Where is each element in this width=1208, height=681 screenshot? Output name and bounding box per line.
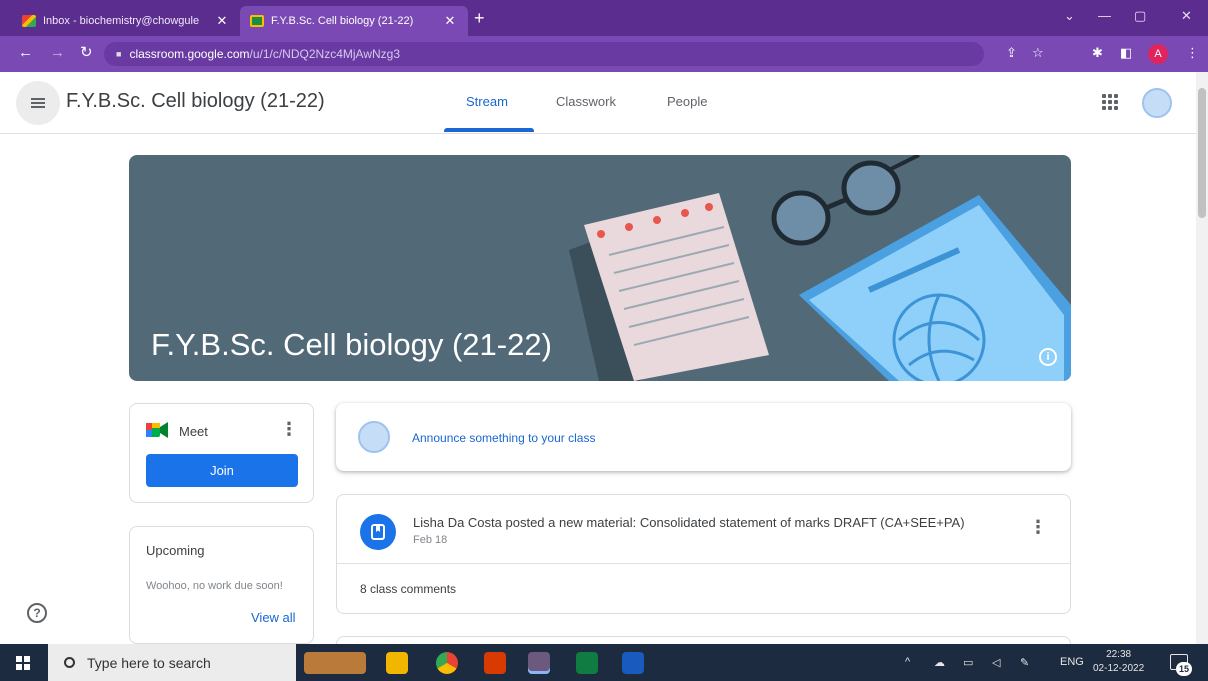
network-icon[interactable]: ▭: [963, 656, 973, 669]
office-icon[interactable]: [484, 652, 506, 674]
announce-prompt[interactable]: Announce something to your class: [412, 431, 595, 445]
upcoming-empty-text: Woohoo, no work due soon!: [146, 580, 283, 592]
back-icon[interactable]: ←: [18, 45, 33, 61]
main-menu-button[interactable]: [16, 81, 60, 125]
close-window-button[interactable]: ✕: [1181, 8, 1192, 24]
maximize-button[interactable]: ▢: [1134, 8, 1146, 24]
lock-icon: ■: [116, 49, 122, 59]
tab-people[interactable]: People: [667, 94, 707, 109]
page-scrollbar[interactable]: [1196, 72, 1208, 644]
minimize-button[interactable]: —: [1098, 8, 1111, 23]
avatar: [358, 421, 390, 453]
search-icon: [64, 657, 75, 668]
classroom-header: F.Y.B.Sc. Cell biology (21-22) Stream Cl…: [0, 72, 1196, 134]
url-host: classroom.google.com: [129, 47, 250, 61]
excel-icon[interactable]: [576, 652, 598, 674]
windows-start-icon[interactable]: [16, 656, 30, 670]
help-icon[interactable]: ?: [27, 603, 47, 623]
clock-date: 02-12-2022: [1093, 663, 1145, 674]
notification-count-badge: 15: [1176, 662, 1192, 676]
gmail-icon: [22, 15, 36, 27]
share-icon[interactable]: ⇪: [1006, 45, 1017, 61]
news-weather-icon[interactable]: [304, 652, 366, 674]
stream-post[interactable]: Lisha Da Costa posted a new material: Co…: [336, 494, 1071, 614]
reload-icon[interactable]: ↻: [80, 45, 93, 61]
browser-profile-avatar[interactable]: A: [1148, 44, 1168, 64]
upcoming-card: Upcoming Woohoo, no work due soon! View …: [129, 526, 314, 644]
divider: [337, 563, 1070, 564]
close-tab-icon[interactable]: ✕: [214, 13, 230, 29]
url-path: /u/1/c/NDQ2Nzc4MjAwNzg3: [249, 47, 401, 61]
search-placeholder: Type here to search: [87, 654, 211, 671]
side-panel-icon[interactable]: ◧: [1120, 45, 1132, 61]
chrome-profile-icon[interactable]: [528, 652, 550, 674]
hamburger-icon: [31, 98, 45, 108]
meet-icon: [146, 422, 168, 438]
info-icon[interactable]: i: [1039, 348, 1057, 366]
more-options-icon[interactable]: ⋮: [1029, 517, 1047, 538]
address-bar: ← → ↻ ■ classroom.google.com/u/1/c/NDQ2N…: [0, 36, 1208, 72]
file-explorer-icon[interactable]: [386, 652, 408, 674]
meet-card: Meet ⋮ Join: [129, 403, 314, 503]
url-field[interactable]: ■ classroom.google.com/u/1/c/NDQ2Nzc4MjA…: [104, 42, 984, 66]
forward-icon[interactable]: →: [50, 45, 65, 61]
announce-box[interactable]: Announce something to your class: [336, 403, 1071, 471]
show-hidden-icons[interactable]: ^: [905, 656, 910, 668]
join-meet-button[interactable]: Join: [146, 454, 298, 487]
browser-tab-classroom[interactable]: F.Y.B.Sc. Cell biology (21-22) ✕: [240, 6, 468, 36]
banner-title: F.Y.B.Sc. Cell biology (21-22): [151, 327, 552, 362]
browser-tab-gmail[interactable]: Inbox - biochemistry@chowgule ✕: [12, 6, 240, 36]
browser-menu-icon[interactable]: ⋮: [1186, 45, 1199, 61]
class-name[interactable]: F.Y.B.Sc. Cell biology (21-22): [66, 90, 325, 113]
taskbar-search[interactable]: Type here to search: [48, 644, 296, 681]
meet-label: Meet: [179, 424, 208, 439]
pen-icon[interactable]: ✎: [1020, 656, 1029, 669]
tab-title: F.Y.B.Sc. Cell biology (21-22): [271, 15, 414, 27]
bookmark-star-icon[interactable]: ☆: [1032, 45, 1044, 61]
more-options-icon[interactable]: ⋮: [280, 419, 298, 440]
tab-search-icon[interactable]: ⌄: [1064, 8, 1075, 24]
post-title[interactable]: Lisha Da Costa posted a new material: Co…: [413, 515, 965, 530]
class-comments-link[interactable]: 8 class comments: [360, 582, 456, 596]
tab-title: Inbox - biochemistry@chowgule: [43, 15, 200, 27]
clock-time: 22:38: [1106, 649, 1132, 660]
language-indicator[interactable]: ENG: [1060, 656, 1084, 668]
word-icon[interactable]: [622, 652, 644, 674]
view-all-link[interactable]: View all: [251, 610, 296, 625]
active-tab-indicator: [444, 128, 534, 132]
browser-tab-strip: Inbox - biochemistry@chowgule ✕ F.Y.B.Sc…: [0, 0, 1208, 36]
google-apps-icon[interactable]: [1102, 94, 1118, 110]
post-date: Feb 18: [413, 534, 448, 546]
chrome-icon[interactable]: [436, 652, 458, 674]
classroom-icon: [250, 15, 264, 27]
extensions-icon[interactable]: ✱: [1092, 45, 1103, 61]
windows-taskbar: Type here to search ^ ☁ ▭ ◁ ✎ ENG 22:38 …: [0, 644, 1208, 681]
onedrive-icon[interactable]: ☁: [934, 656, 945, 669]
class-banner: F.Y.B.Sc. Cell biology (21-22) i: [129, 155, 1071, 381]
new-tab-button[interactable]: +: [474, 9, 485, 27]
taskbar-clock[interactable]: 22:38 02-12-2022: [1093, 648, 1144, 676]
upcoming-title: Upcoming: [146, 543, 205, 558]
material-icon: [360, 514, 396, 550]
scrollbar-thumb[interactable]: [1198, 88, 1206, 218]
close-tab-icon[interactable]: ✕: [442, 13, 458, 29]
volume-icon[interactable]: ◁: [992, 656, 1000, 669]
account-avatar[interactable]: [1142, 88, 1172, 118]
tab-stream[interactable]: Stream: [466, 94, 508, 109]
tab-classwork[interactable]: Classwork: [556, 94, 616, 109]
